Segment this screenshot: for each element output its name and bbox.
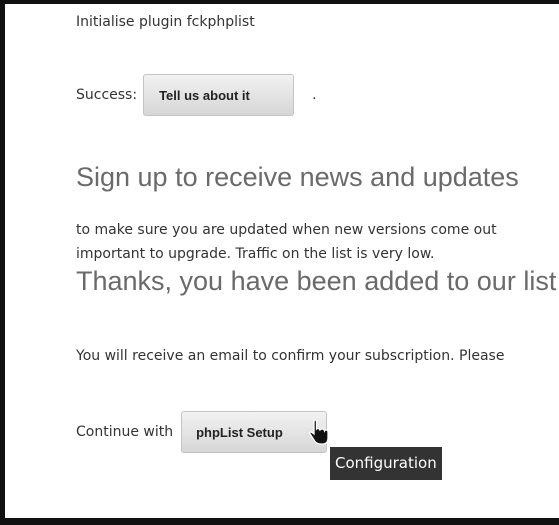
page-content: Initialise plugin fckphplist Success: Te… [5,4,559,518]
success-label: Success: [76,87,138,103]
signup-text-line-2: important to upgrade. Traffic on the lis… [76,246,435,262]
tell-us-button[interactable]: Tell us about it [143,74,295,116]
continue-row: Continue with phpList Setup [76,410,328,454]
continue-label: Continue with [76,424,174,440]
success-trailing-text: . [312,87,317,103]
window-frame-bottom [0,518,559,525]
plugin-init-message: Initialise plugin fckphplist [76,14,255,30]
confirm-email-text: You will receive an email to confirm you… [76,348,505,364]
hand-pointer-icon [308,419,329,445]
signup-text-line-1: to make sure you are updated when new ve… [76,222,497,238]
signup-heading: Sign up to receive news and updates [76,162,519,192]
thanks-heading: Thanks, you have been added to our list [76,266,557,296]
signup-description: to make sure you are updated when new ve… [76,218,497,266]
success-row: Success: Tell us about it . [76,73,317,117]
configuration-tooltip: Configuration [330,447,442,480]
